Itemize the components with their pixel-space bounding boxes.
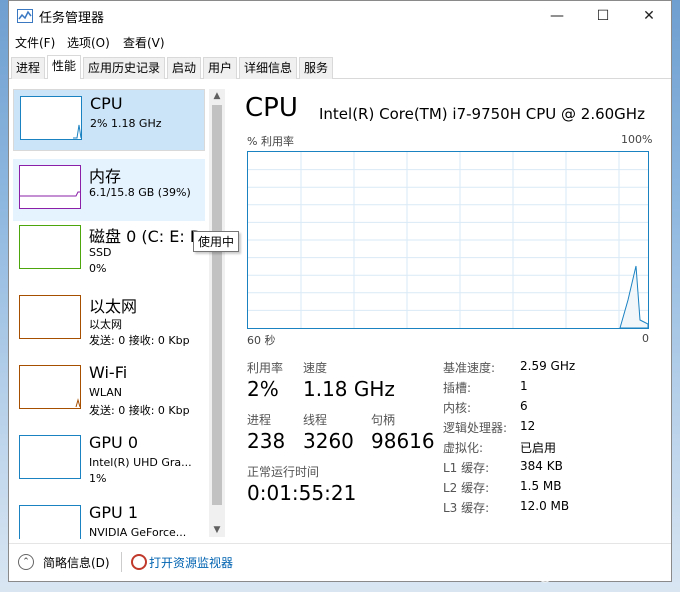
info-label: L1 缓存: [443, 461, 490, 475]
resource-list-scrollbar[interactable]: ▲ ▼ [209, 89, 225, 537]
info-label: 逻辑处理器: [443, 421, 508, 435]
info-value: 12.0 MB [520, 499, 570, 513]
handles-label: 句柄 [371, 413, 396, 427]
resource-subtitle: SSD [89, 246, 112, 259]
info-value: 已启用 [520, 441, 557, 455]
title-bar[interactable]: 任务管理器 — ☐ ✕ [9, 1, 671, 31]
processes-label: 进程 [247, 413, 272, 427]
menu-bar: 文件(F) 选项(O) 查看(V) [9, 31, 671, 53]
resource-list: CPU 2% 1.18 GHz 内存 6.1/15.8 GB (39%) 磁盘 … [13, 87, 209, 539]
resource-detail: 1% [89, 472, 107, 485]
resource-item-disk[interactable]: 磁盘 0 (C: E: D: SSD 0% [13, 219, 208, 281]
tab-processes[interactable]: 进程 [11, 57, 45, 79]
graph-min-label: 0 [642, 332, 649, 345]
tab-app-history[interactable]: 应用历史记录 [83, 57, 165, 79]
cpu-utilization-graph [247, 151, 649, 329]
ethernet-thumbnail-graph [19, 295, 81, 339]
footer-divider [121, 552, 122, 572]
resource-title: 磁盘 0 (C: E: D: [89, 227, 208, 246]
resource-title: GPU 1 [89, 503, 139, 522]
menu-file[interactable]: 文件(F) [15, 34, 55, 51]
resource-title: GPU 0 [89, 433, 139, 452]
open-resource-monitor-link[interactable]: 打开资源监视器 [149, 554, 233, 571]
tab-performance[interactable]: 性能 [47, 55, 81, 79]
resource-item-cpu[interactable]: CPU 2% 1.18 GHz [13, 89, 205, 151]
wifi-thumbnail-graph [19, 365, 81, 409]
menu-options[interactable]: 选项(O) [67, 34, 110, 51]
resource-title: 内存 [89, 167, 122, 186]
cpu-thumbnail-graph [20, 96, 82, 140]
info-value: 6 [520, 399, 528, 413]
graph-max-label: 100% [621, 133, 653, 146]
minimize-button[interactable]: — [534, 1, 580, 31]
utilization-label: 利用率 [247, 361, 284, 375]
info-label: L2 缓存: [443, 481, 490, 495]
info-label: 插槽: [443, 381, 472, 395]
resource-monitor-icon [131, 554, 147, 570]
utilization-value: 2% [247, 377, 279, 401]
info-label: 基准速度: [443, 361, 496, 375]
resource-title: CPU [90, 94, 123, 113]
info-value: 1.5 MB [520, 479, 562, 493]
task-manager-app-icon [17, 9, 33, 23]
scroll-up-arrow-icon[interactable]: ▲ [209, 89, 225, 103]
handles-value: 98616 [371, 429, 435, 453]
resource-item-gpu1[interactable]: GPU 1 NVIDIA GeForce... [13, 499, 205, 539]
window-title: 任务管理器 [39, 11, 105, 26]
tab-users[interactable]: 用户 [203, 57, 237, 79]
memory-thumbnail-graph [19, 165, 81, 209]
detail-title: CPU [245, 93, 298, 123]
gpu1-thumbnail-graph [19, 505, 81, 539]
info-label: 虚拟化: [443, 441, 484, 455]
close-button[interactable]: ✕ [626, 1, 672, 31]
cpu-model: Intel(R) Core(TM) i7-9750H CPU @ 2.60GHz [319, 105, 645, 123]
processes-value: 238 [247, 429, 286, 453]
chevron-up-icon[interactable]: ⌃ [18, 554, 34, 570]
threads-label: 线程 [303, 413, 328, 427]
gpu0-thumbnail-graph [19, 435, 81, 479]
resource-item-wifi[interactable]: Wi-Fi WLAN 发送: 0 接收: 0 Kbp [13, 359, 205, 421]
resource-detail: 发送: 0 接收: 0 Kbp [89, 404, 190, 417]
threads-value: 3260 [303, 429, 354, 453]
resource-detail: 0% [89, 262, 107, 275]
info-value: 12 [520, 419, 536, 433]
scroll-down-arrow-icon[interactable]: ▼ [209, 523, 225, 537]
resource-subtitle: 6.1/15.8 GB (39%) [89, 186, 191, 199]
fewer-details-link[interactable]: 简略信息(D) [43, 554, 110, 571]
uptime-label: 正常运行时间 [247, 465, 320, 479]
resource-detail: 发送: 0 接收: 0 Kbp [89, 334, 190, 347]
graph-time-label: 60 秒 [247, 334, 276, 347]
tab-services[interactable]: 服务 [299, 57, 333, 79]
info-value: 384 KB [520, 459, 563, 473]
resource-subtitle: 以太网 [89, 318, 122, 331]
tab-details[interactable]: 详细信息 [239, 57, 297, 79]
resource-title: 以太网 [89, 297, 138, 316]
resource-subtitle: NVIDIA GeForce... [89, 526, 187, 539]
maximize-button[interactable]: ☐ [580, 1, 626, 31]
info-label: L3 缓存: [443, 501, 490, 515]
resource-title: Wi-Fi [89, 363, 128, 382]
resource-subtitle: Intel(R) UHD Gra... [89, 456, 192, 469]
resource-subtitle: 2% 1.18 GHz [90, 117, 162, 130]
watermark: CSDN @canicula233 [490, 566, 644, 584]
scroll-thumb[interactable] [212, 105, 222, 505]
resource-subtitle: WLAN [89, 386, 123, 399]
uptime-value: 0:01:55:21 [247, 481, 357, 505]
resource-item-gpu0[interactable]: GPU 0 Intel(R) UHD Gra... 1% [13, 429, 205, 491]
info-value: 2.59 GHz [520, 359, 576, 373]
speed-label: 速度 [303, 361, 328, 375]
graph-label: % 利用率 [247, 135, 294, 148]
task-manager-window: 任务管理器 — ☐ ✕ 文件(F) 选项(O) 查看(V) 进程 性能 应用历史… [8, 0, 672, 582]
speed-value: 1.18 GHz [303, 377, 395, 401]
tab-startup[interactable]: 启动 [167, 57, 201, 79]
disk-thumbnail-graph [19, 225, 81, 269]
info-label: 内核: [443, 401, 472, 415]
info-value: 1 [520, 379, 528, 393]
tab-strip: 进程 性能 应用历史记录 启动 用户 详细信息 服务 [9, 55, 671, 79]
tooltip: 使用中 [193, 231, 240, 252]
resource-item-memory[interactable]: 内存 6.1/15.8 GB (39%) [13, 159, 205, 221]
menu-view[interactable]: 查看(V) [123, 34, 165, 51]
graph-grid [248, 152, 649, 329]
resource-item-ethernet[interactable]: 以太网 以太网 发送: 0 接收: 0 Kbp [13, 289, 205, 351]
